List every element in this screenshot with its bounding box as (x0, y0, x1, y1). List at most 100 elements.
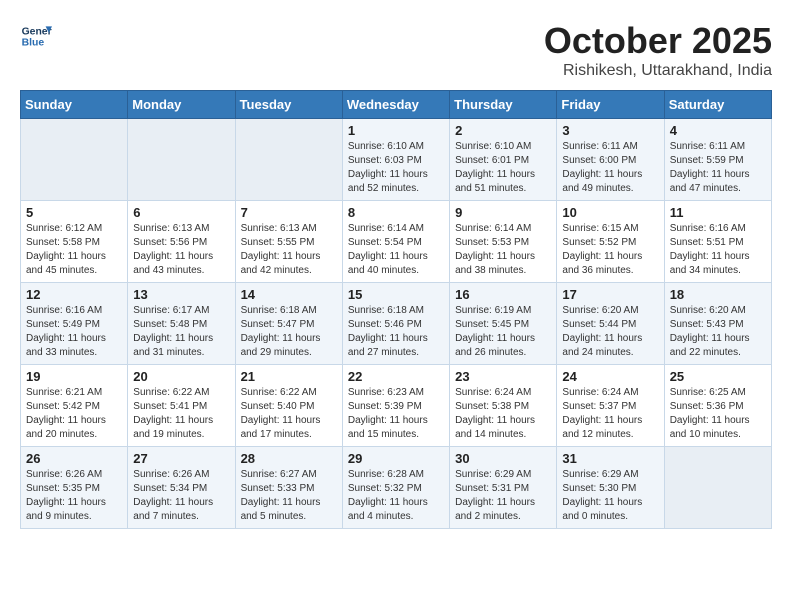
day-number: 7 (241, 205, 337, 220)
calendar-cell: 30 Sunrise: 6:29 AM Sunset: 5:31 PM Dayli… (450, 447, 557, 529)
calendar-cell: 17 Sunrise: 6:20 AM Sunset: 5:44 PM Dayli… (557, 283, 664, 365)
weekday-header-friday: Friday (557, 91, 664, 119)
day-number: 30 (455, 451, 551, 466)
day-info: Sunrise: 6:24 AM Sunset: 5:37 PM Dayligh… (562, 386, 658, 442)
day-number: 3 (562, 123, 658, 138)
calendar-cell: 9 Sunrise: 6:14 AM Sunset: 5:53 PM Daylig… (450, 201, 557, 283)
calendar-cell: 6 Sunrise: 6:13 AM Sunset: 5:56 PM Daylig… (128, 201, 235, 283)
day-info: Sunrise: 6:18 AM Sunset: 5:46 PM Dayligh… (348, 304, 444, 360)
calendar-cell: 21 Sunrise: 6:22 AM Sunset: 5:40 PM Dayli… (235, 365, 342, 447)
day-info: Sunrise: 6:10 AM Sunset: 6:03 PM Dayligh… (348, 140, 444, 196)
day-info: Sunrise: 6:12 AM Sunset: 5:58 PM Dayligh… (26, 222, 122, 278)
page-header: General Blue October 2025 Rishikesh, Utt… (20, 20, 772, 80)
day-number: 14 (241, 287, 337, 302)
calendar-cell: 22 Sunrise: 6:23 AM Sunset: 5:39 PM Dayli… (342, 365, 449, 447)
day-number: 1 (348, 123, 444, 138)
calendar-cell: 3 Sunrise: 6:11 AM Sunset: 6:00 PM Daylig… (557, 119, 664, 201)
weekday-header-tuesday: Tuesday (235, 91, 342, 119)
day-number: 6 (133, 205, 229, 220)
day-info: Sunrise: 6:11 AM Sunset: 6:00 PM Dayligh… (562, 140, 658, 196)
day-number: 10 (562, 205, 658, 220)
weekday-header-wednesday: Wednesday (342, 91, 449, 119)
day-number: 11 (670, 205, 766, 220)
calendar-cell: 18 Sunrise: 6:20 AM Sunset: 5:43 PM Dayli… (664, 283, 771, 365)
day-info: Sunrise: 6:20 AM Sunset: 5:44 PM Dayligh… (562, 304, 658, 360)
calendar-cell (21, 119, 128, 201)
day-info: Sunrise: 6:13 AM Sunset: 5:56 PM Dayligh… (133, 222, 229, 278)
day-number: 26 (26, 451, 122, 466)
day-number: 17 (562, 287, 658, 302)
day-number: 12 (26, 287, 122, 302)
calendar-cell: 12Sunrise: 6:16 AM Sunset: 5:49 PM Dayli… (21, 283, 128, 365)
day-number: 5 (26, 205, 122, 220)
day-info: Sunrise: 6:22 AM Sunset: 5:41 PM Dayligh… (133, 386, 229, 442)
calendar-cell: 4 Sunrise: 6:11 AM Sunset: 5:59 PM Daylig… (664, 119, 771, 201)
day-number: 16 (455, 287, 551, 302)
calendar-cell: 16 Sunrise: 6:19 AM Sunset: 5:45 PM Dayli… (450, 283, 557, 365)
calendar-cell: 19Sunrise: 6:21 AM Sunset: 5:42 PM Dayli… (21, 365, 128, 447)
calendar-cell: 23 Sunrise: 6:24 AM Sunset: 5:38 PM Dayli… (450, 365, 557, 447)
calendar-cell (128, 119, 235, 201)
day-info: Sunrise: 6:14 AM Sunset: 5:54 PM Dayligh… (348, 222, 444, 278)
calendar-cell: 5 Sunrise: 6:12 AM Sunset: 5:58 PM Daylig… (21, 201, 128, 283)
day-info: Sunrise: 6:11 AM Sunset: 5:59 PM Dayligh… (670, 140, 766, 196)
day-info: Sunrise: 6:14 AM Sunset: 5:53 PM Dayligh… (455, 222, 551, 278)
day-info: Sunrise: 6:23 AM Sunset: 5:39 PM Dayligh… (348, 386, 444, 442)
day-info: Sunrise: 6:10 AM Sunset: 6:01 PM Dayligh… (455, 140, 551, 196)
calendar-cell: 8 Sunrise: 6:14 AM Sunset: 5:54 PM Daylig… (342, 201, 449, 283)
day-number: 19 (26, 369, 122, 384)
day-number: 23 (455, 369, 551, 384)
calendar-cell: 11Sunrise: 6:16 AM Sunset: 5:51 PM Dayli… (664, 201, 771, 283)
day-info: Sunrise: 6:22 AM Sunset: 5:40 PM Dayligh… (241, 386, 337, 442)
day-number: 28 (241, 451, 337, 466)
calendar-cell (235, 119, 342, 201)
weekday-header-saturday: Saturday (664, 91, 771, 119)
calendar-cell: 13Sunrise: 6:17 AM Sunset: 5:48 PM Dayli… (128, 283, 235, 365)
calendar-cell: 14Sunrise: 6:18 AM Sunset: 5:47 PM Dayli… (235, 283, 342, 365)
title-block: October 2025 Rishikesh, Uttarakhand, Ind… (544, 20, 772, 80)
calendar-week-5: 26 Sunrise: 6:26 AM Sunset: 5:35 PM Dayli… (21, 447, 772, 529)
logo: General Blue (20, 20, 52, 52)
day-number: 18 (670, 287, 766, 302)
day-number: 21 (241, 369, 337, 384)
calendar-cell: 29 Sunrise: 6:28 AM Sunset: 5:32 PM Dayli… (342, 447, 449, 529)
calendar-cell: 1 Sunrise: 6:10 AM Sunset: 6:03 PM Daylig… (342, 119, 449, 201)
calendar-week-2: 5 Sunrise: 6:12 AM Sunset: 5:58 PM Daylig… (21, 201, 772, 283)
weekday-header-row: SundayMondayTuesdayWednesdayThursdayFrid… (21, 91, 772, 119)
weekday-header-thursday: Thursday (450, 91, 557, 119)
calendar-cell: 26 Sunrise: 6:26 AM Sunset: 5:35 PM Dayli… (21, 447, 128, 529)
calendar-cell: 28Sunrise: 6:27 AM Sunset: 5:33 PM Dayli… (235, 447, 342, 529)
calendar-cell: 10Sunrise: 6:15 AM Sunset: 5:52 PM Dayli… (557, 201, 664, 283)
day-number: 24 (562, 369, 658, 384)
calendar-cell: 24 Sunrise: 6:24 AM Sunset: 5:37 PM Dayli… (557, 365, 664, 447)
day-number: 2 (455, 123, 551, 138)
location: Rishikesh, Uttarakhand, India (544, 62, 772, 80)
day-number: 29 (348, 451, 444, 466)
month-title: October 2025 (544, 20, 772, 62)
day-info: Sunrise: 6:26 AM Sunset: 5:35 PM Dayligh… (26, 468, 122, 524)
weekday-header-monday: Monday (128, 91, 235, 119)
day-info: Sunrise: 6:29 AM Sunset: 5:30 PM Dayligh… (562, 468, 658, 524)
day-number: 9 (455, 205, 551, 220)
calendar-week-1: 1 Sunrise: 6:10 AM Sunset: 6:03 PM Daylig… (21, 119, 772, 201)
day-info: Sunrise: 6:28 AM Sunset: 5:32 PM Dayligh… (348, 468, 444, 524)
day-number: 4 (670, 123, 766, 138)
day-number: 27 (133, 451, 229, 466)
calendar-cell: 31Sunrise: 6:29 AM Sunset: 5:30 PM Dayli… (557, 447, 664, 529)
day-info: Sunrise: 6:13 AM Sunset: 5:55 PM Dayligh… (241, 222, 337, 278)
calendar-cell: 15Sunrise: 6:18 AM Sunset: 5:46 PM Dayli… (342, 283, 449, 365)
logo-icon: General Blue (20, 20, 52, 52)
day-number: 22 (348, 369, 444, 384)
day-info: Sunrise: 6:24 AM Sunset: 5:38 PM Dayligh… (455, 386, 551, 442)
calendar-table: SundayMondayTuesdayWednesdayThursdayFrid… (20, 90, 772, 529)
calendar-cell: 27Sunrise: 6:26 AM Sunset: 5:34 PM Dayli… (128, 447, 235, 529)
calendar-week-3: 12Sunrise: 6:16 AM Sunset: 5:49 PM Dayli… (21, 283, 772, 365)
calendar-cell: 2 Sunrise: 6:10 AM Sunset: 6:01 PM Daylig… (450, 119, 557, 201)
day-number: 25 (670, 369, 766, 384)
day-info: Sunrise: 6:20 AM Sunset: 5:43 PM Dayligh… (670, 304, 766, 360)
calendar-week-4: 19Sunrise: 6:21 AM Sunset: 5:42 PM Dayli… (21, 365, 772, 447)
day-number: 8 (348, 205, 444, 220)
day-info: Sunrise: 6:19 AM Sunset: 5:45 PM Dayligh… (455, 304, 551, 360)
day-info: Sunrise: 6:29 AM Sunset: 5:31 PM Dayligh… (455, 468, 551, 524)
weekday-header-sunday: Sunday (21, 91, 128, 119)
